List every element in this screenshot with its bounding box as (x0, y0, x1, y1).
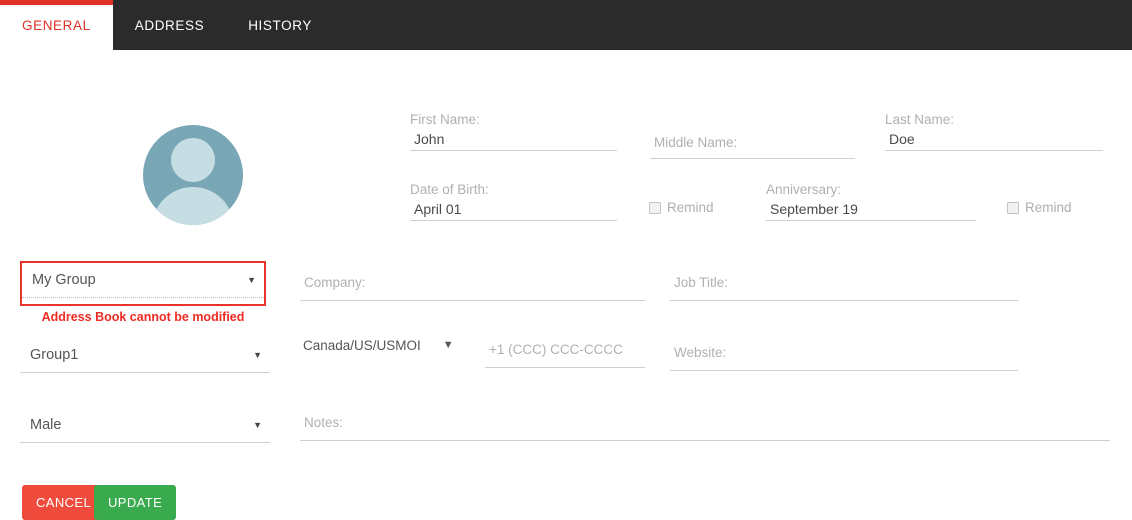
anniversary-field[interactable]: Anniversary: September 19 (766, 182, 976, 221)
general-form: First Name: John Middle Name: Last Name:… (0, 50, 1132, 520)
contact-avatar[interactable] (143, 125, 243, 225)
job-title-label: Job Title: (674, 275, 729, 290)
tab-history-label: HISTORY (248, 17, 312, 33)
chevron-down-icon: ▼ (253, 349, 262, 360)
company-underline (300, 300, 645, 301)
chevron-down-icon: ▼ (442, 339, 454, 351)
first-name-underline (410, 150, 617, 151)
first-name-label: First Name: (410, 112, 480, 127)
phone-placeholder: +1 (CCC) CCC-CCCC (489, 342, 623, 357)
last-name-underline (885, 150, 1103, 151)
checkbox-box-icon[interactable] (649, 201, 661, 214)
anniversary-value[interactable]: September 19 (766, 198, 976, 220)
website-field[interactable]: Website: (670, 345, 1018, 371)
company-field[interactable]: Company: (300, 275, 645, 301)
notes-field[interactable]: Notes: (300, 415, 1110, 441)
tab-history[interactable]: HISTORY (226, 0, 334, 50)
address-book-select[interactable]: My Group ▼ (22, 263, 264, 298)
middle-name-label: Middle Name: (654, 135, 738, 150)
tab-general[interactable]: GENERAL (0, 0, 113, 50)
chevron-down-icon: ▼ (253, 419, 262, 430)
country-code-value: Canada/US/USMOI (303, 338, 421, 353)
dob-remind-checkbox[interactable]: Remind (649, 200, 714, 215)
address-book-value: My Group (32, 272, 96, 288)
date-of-birth-field[interactable]: Date of Birth: April 01 (410, 182, 617, 221)
date-of-birth-underline (410, 220, 617, 221)
notes-underline (300, 440, 1110, 441)
notes-label: Notes: (304, 415, 344, 430)
first-name-value[interactable]: John (410, 128, 617, 150)
job-title-underline (670, 300, 1018, 301)
anniversary-remind-checkbox[interactable]: Remind (1007, 200, 1072, 215)
last-name-field[interactable]: Last Name: Doe (885, 112, 1103, 151)
company-label: Company: (304, 275, 366, 290)
group-underline (20, 372, 270, 373)
date-of-birth-value[interactable]: April 01 (410, 198, 617, 220)
gender-underline (20, 442, 270, 443)
last-name-value[interactable]: Doe (885, 128, 1103, 150)
anniversary-label: Anniversary: (766, 182, 842, 197)
date-of-birth-label: Date of Birth: (410, 182, 489, 197)
address-book-underline (22, 297, 264, 298)
phone-field[interactable]: +1 (CCC) CCC-CCCC (485, 342, 645, 368)
chevron-down-icon: ▼ (247, 274, 256, 285)
tab-bar: GENERAL ADDRESS HISTORY (0, 0, 1132, 50)
first-name-field[interactable]: First Name: John (410, 112, 617, 151)
address-book-error-message: Address Book cannot be modified (41, 310, 245, 324)
middle-name-field[interactable]: Middle Name: (650, 135, 855, 159)
gender-select[interactable]: Male ▼ (20, 408, 270, 443)
anniversary-remind-label: Remind (1025, 200, 1072, 215)
group-value: Group1 (30, 347, 79, 363)
gender-value: Male (30, 417, 62, 433)
middle-name-underline (650, 158, 855, 159)
country-code-select[interactable]: Canada/US/USMOI ▼ (303, 338, 454, 353)
tab-address-label: ADDRESS (134, 17, 205, 33)
job-title-field[interactable]: Job Title: (670, 275, 1018, 301)
dob-remind-label: Remind (667, 200, 714, 215)
avatar-head-shape (171, 138, 215, 182)
tab-general-label: GENERAL (22, 17, 91, 33)
checkbox-box-icon[interactable] (1007, 201, 1019, 214)
tab-address[interactable]: ADDRESS (113, 0, 226, 50)
anniversary-underline (766, 220, 976, 221)
group-select[interactable]: Group1 ▼ (20, 338, 270, 373)
avatar-body-shape (152, 187, 234, 225)
phone-underline (485, 367, 645, 368)
website-underline (670, 370, 1018, 371)
website-label: Website: (674, 345, 727, 360)
last-name-label: Last Name: (885, 112, 955, 127)
